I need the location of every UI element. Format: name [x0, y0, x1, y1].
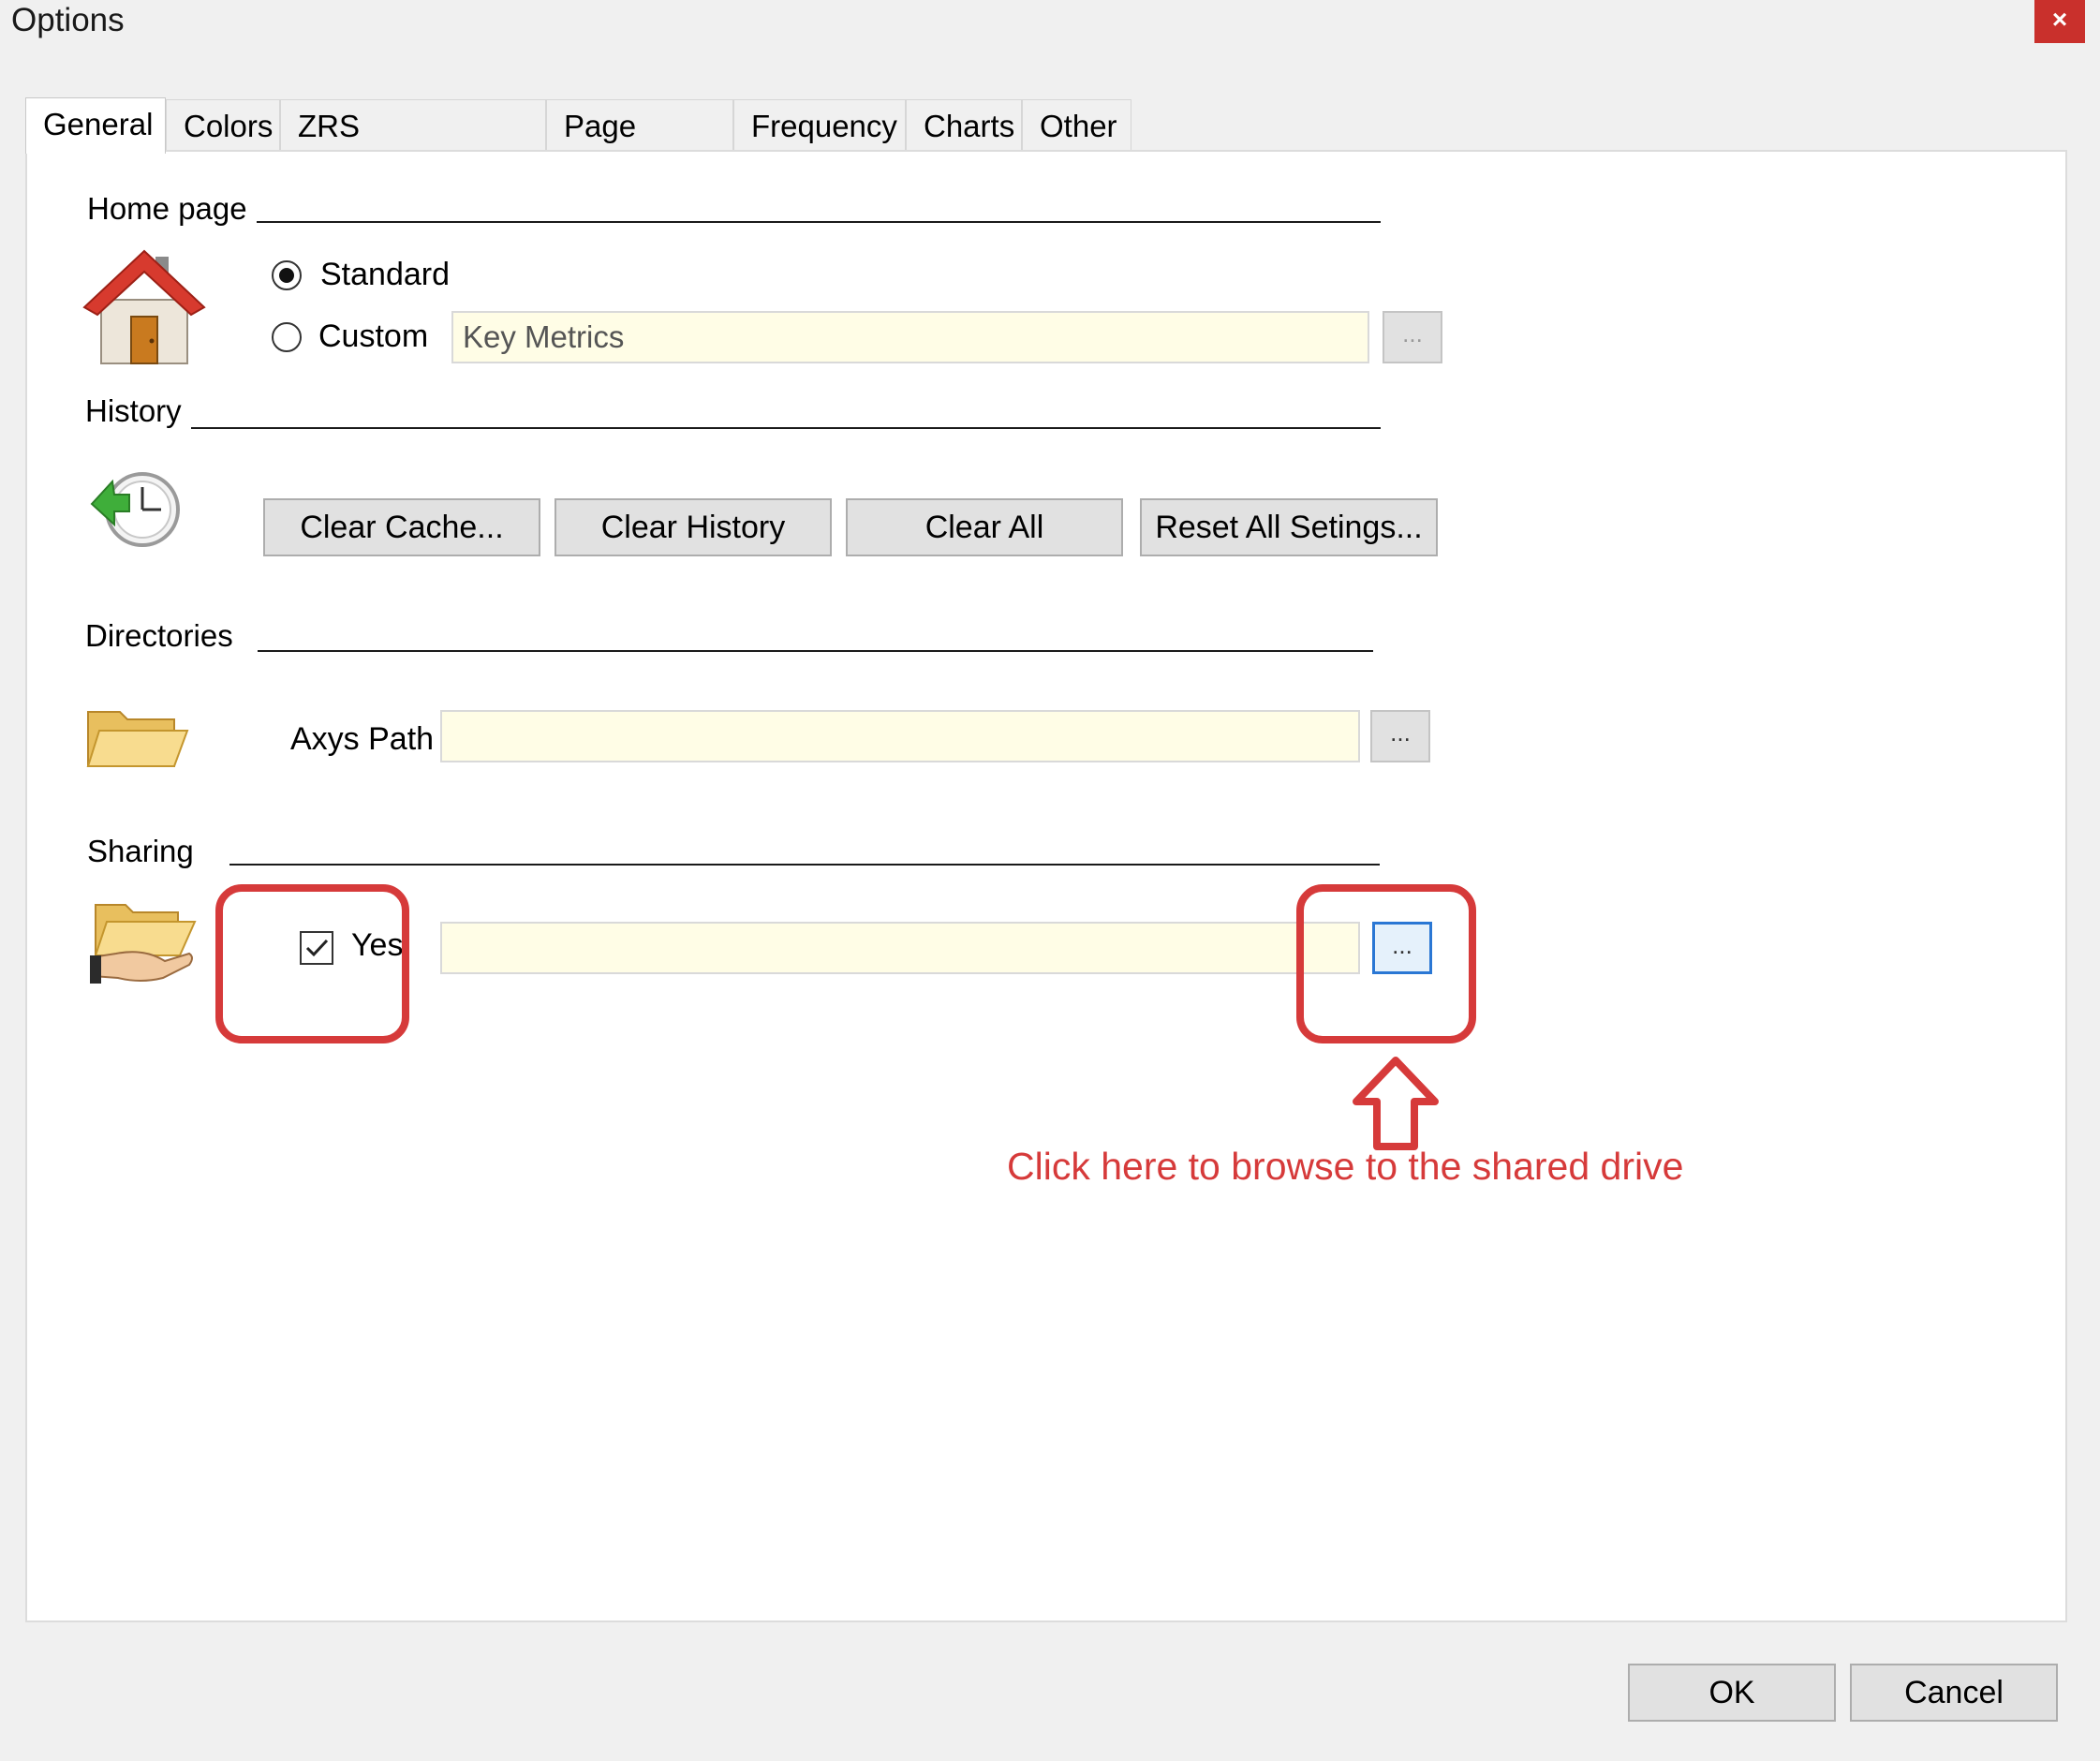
- sharing-label: Sharing: [87, 834, 203, 869]
- clear-all-button[interactable]: Clear All: [846, 498, 1123, 556]
- tab-colors[interactable]: Colors: [166, 99, 280, 152]
- clear-history-button[interactable]: Clear History: [555, 498, 832, 556]
- checkbox-highlight-box: [215, 884, 409, 1043]
- custom-label: Custom: [318, 318, 429, 354]
- reset-all-settings-button[interactable]: Reset All Setings...: [1140, 498, 1438, 556]
- axys-path-label: Axys Path: [290, 721, 435, 757]
- home-page-label: Home page: [87, 191, 257, 227]
- axys-path-browse-button[interactable]: ...: [1370, 710, 1430, 762]
- custom-home-page-field[interactable]: Key Metrics: [451, 311, 1369, 363]
- tab-charts[interactable]: Charts: [906, 99, 1022, 152]
- tab-zrs-appearance[interactable]: ZRS Appearance: [280, 99, 546, 196]
- tab-other[interactable]: Other: [1022, 99, 1131, 152]
- house-icon: [82, 245, 206, 367]
- tab-frequency[interactable]: Frequency: [733, 99, 906, 152]
- tab-label: Other: [1040, 109, 1117, 143]
- standard-label: Standard: [320, 257, 450, 292]
- tab-label: General: [43, 107, 154, 141]
- sharing-path-field[interactable]: [440, 922, 1360, 974]
- annotation-text: Click here to browse to the shared drive: [1007, 1145, 1684, 1188]
- home-page-browse-button[interactable]: ...: [1383, 311, 1442, 363]
- clock-history-icon: [86, 466, 184, 551]
- tab-label: Colors: [184, 109, 274, 143]
- window-title: Options: [11, 2, 125, 38]
- section-divider: [229, 864, 1380, 866]
- tab-label: Frequency: [751, 109, 897, 143]
- up-arrow-icon: [1353, 1057, 1439, 1150]
- standard-radio[interactable]: [272, 260, 302, 290]
- custom-radio[interactable]: [272, 322, 302, 352]
- clear-cache-button[interactable]: Clear Cache...: [263, 498, 540, 556]
- tab-page-setup[interactable]: Page Setup: [546, 99, 733, 196]
- cancel-button[interactable]: Cancel: [1850, 1664, 2058, 1722]
- close-button[interactable]: ×: [2034, 0, 2085, 43]
- close-icon: ×: [2051, 5, 2068, 34]
- ok-button[interactable]: OK: [1628, 1664, 1836, 1722]
- shared-folder-icon: [88, 899, 199, 987]
- section-divider: [251, 221, 1381, 223]
- axys-path-field[interactable]: [440, 710, 1360, 762]
- tab-general[interactable]: General: [25, 97, 166, 154]
- history-label: History: [85, 393, 191, 429]
- tab-label: Charts: [924, 109, 1015, 143]
- browse-highlight-box: [1296, 884, 1476, 1043]
- directories-label: Directories: [85, 618, 243, 654]
- folder-icon: [84, 704, 189, 772]
- section-divider: [184, 427, 1381, 429]
- section-divider: [258, 650, 1373, 652]
